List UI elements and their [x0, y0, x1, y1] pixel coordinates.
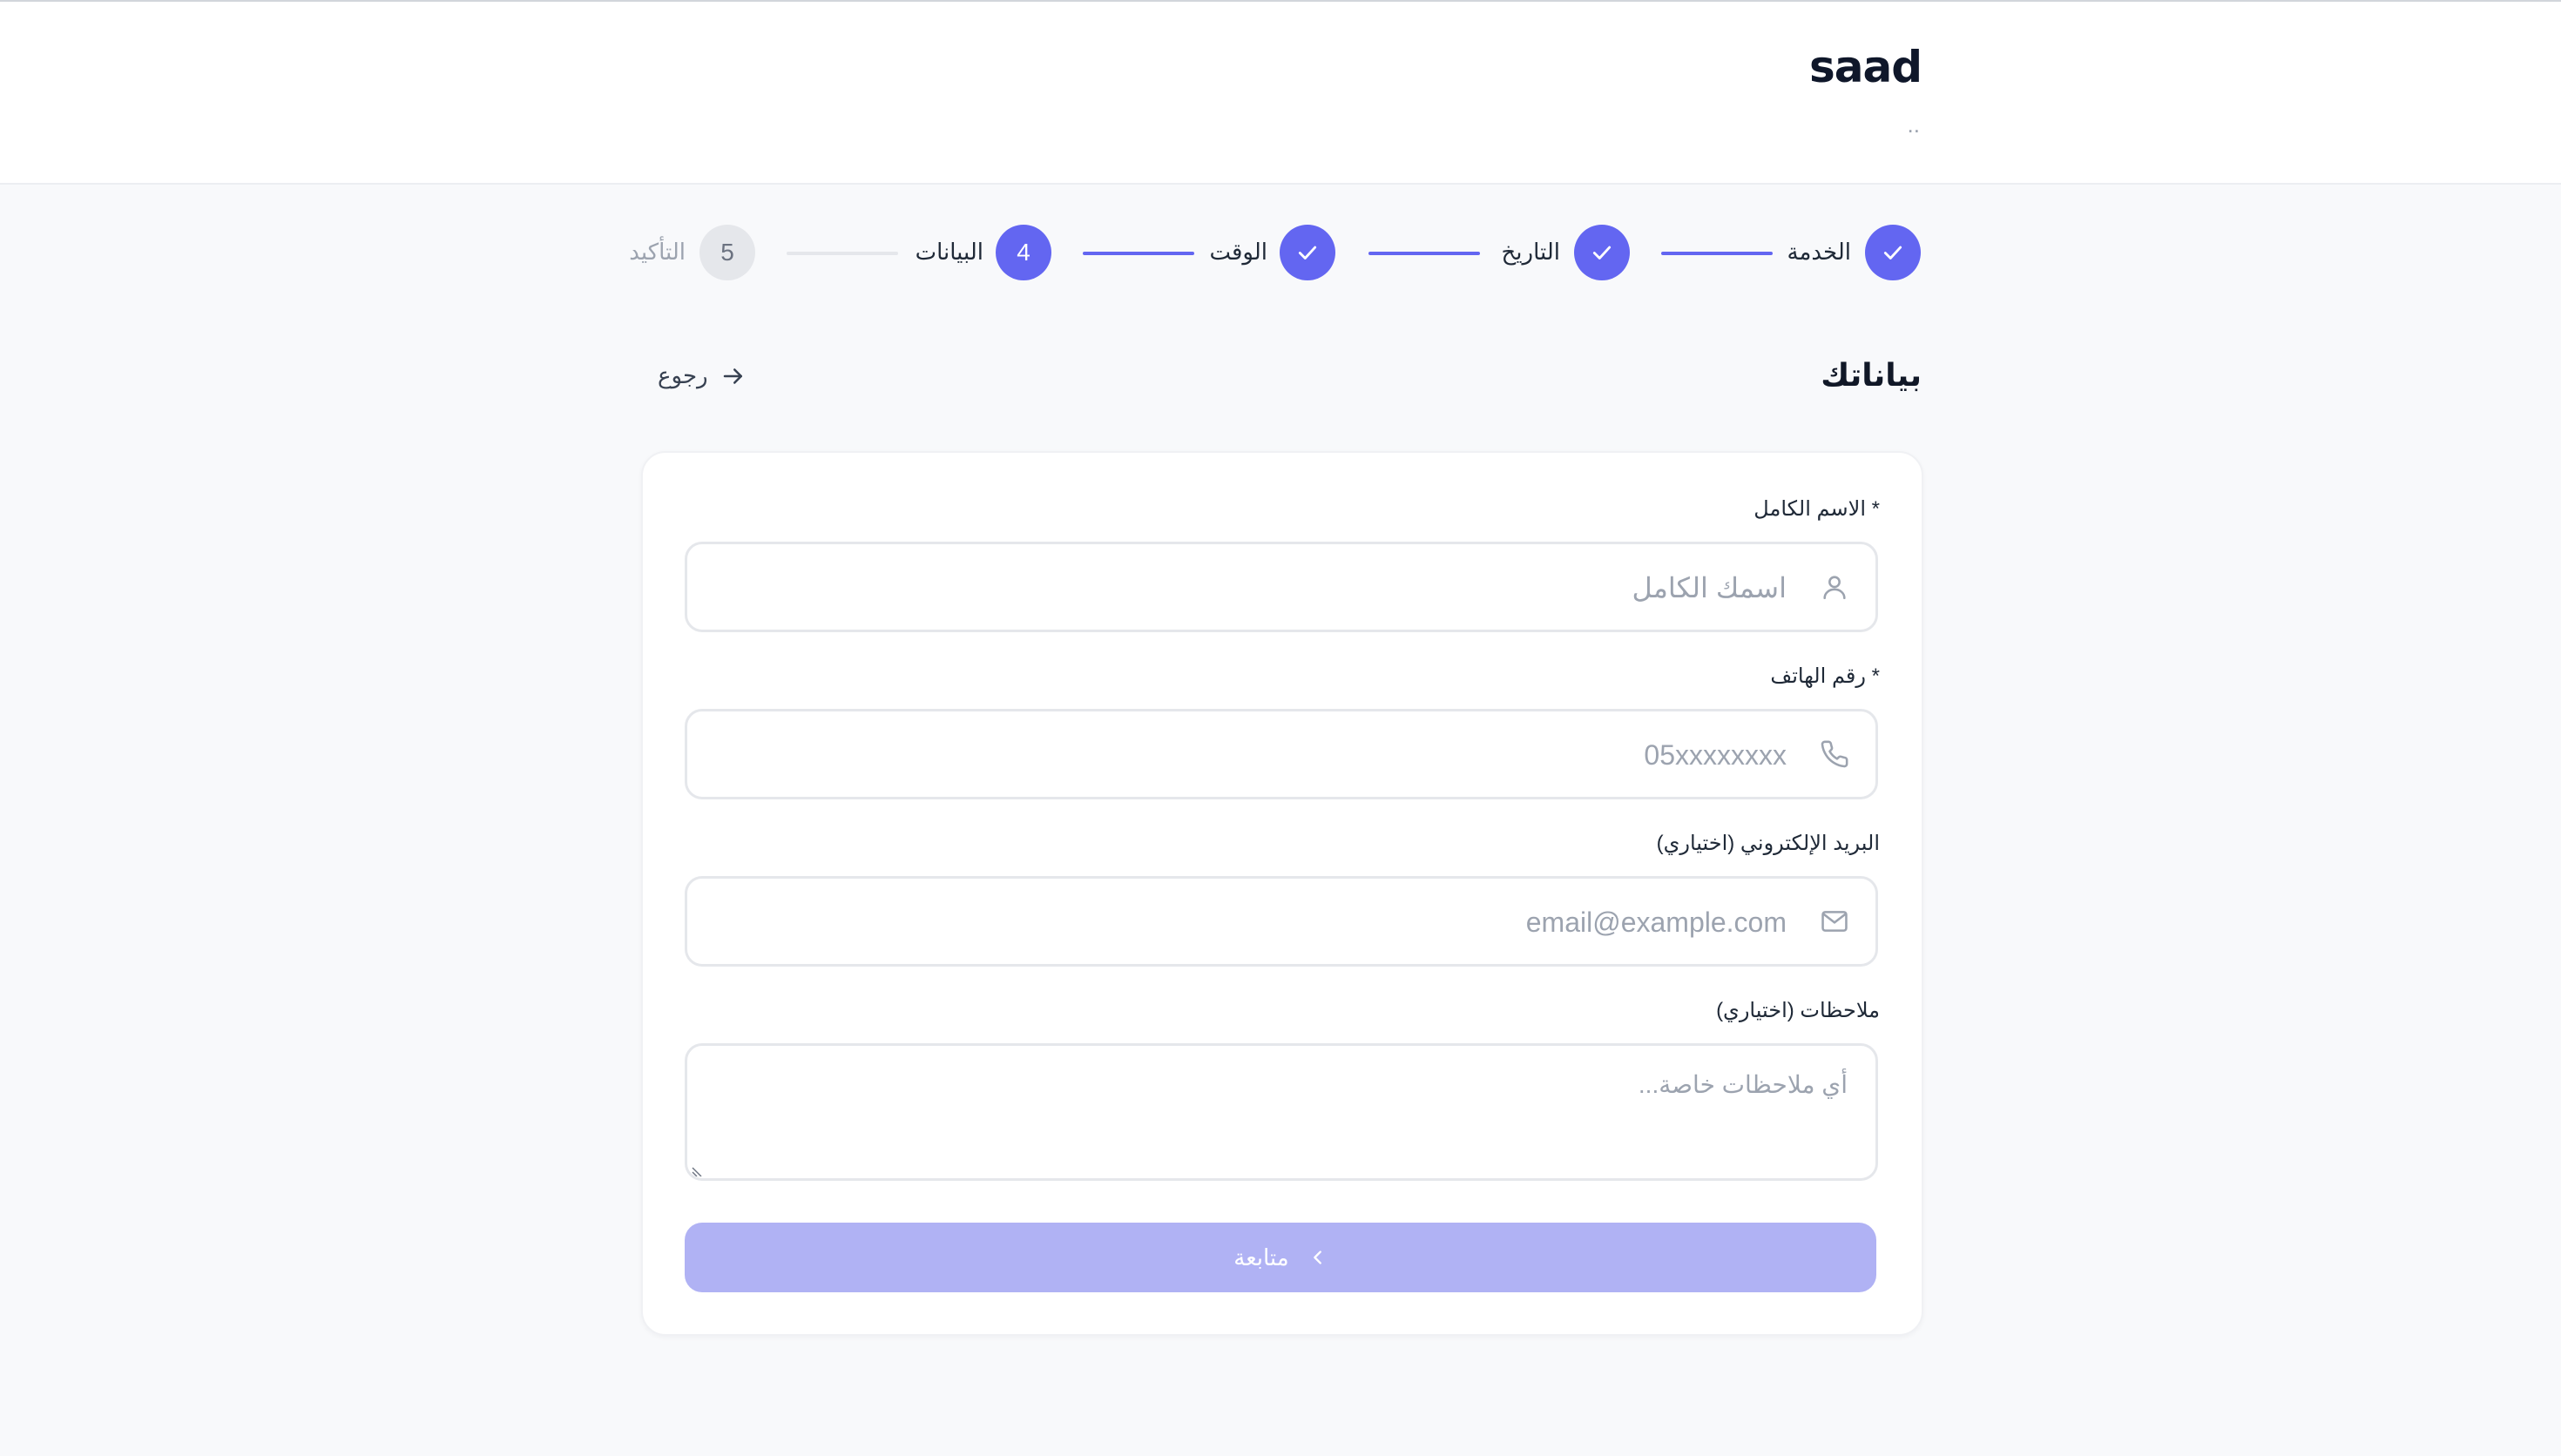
step-2-label: التاريخ: [1501, 239, 1561, 265]
continue-label: متابعة: [1233, 1244, 1289, 1271]
page-title: بياناتك: [1821, 357, 1922, 393]
step-5-label: التأكيد: [629, 239, 686, 265]
email-field[interactable]: [685, 876, 1878, 967]
step-1-label: الخدمة: [1787, 239, 1851, 265]
header: saad ..: [0, 2, 2561, 185]
mail-icon: [1821, 911, 1848, 932]
user-icon: [1823, 576, 1846, 600]
details-form-card: الاسم الكامل * رقم الهاتف * البريد الإلك…: [641, 451, 1923, 1336]
chevron-left-icon: [1313, 1250, 1321, 1264]
step-5-number: 5: [720, 239, 734, 266]
phone-input[interactable]: [705, 711, 1788, 799]
step-3-circle: [1280, 225, 1335, 280]
notes-field[interactable]: [685, 1043, 1878, 1181]
step-1-circle: [1865, 225, 1921, 280]
step-connector-1: [1661, 252, 1773, 255]
step-2-circle: [1574, 225, 1630, 280]
check-icon: [1883, 246, 1902, 260]
email-label: البريد الإلكتروني (اختياري): [1656, 832, 1880, 855]
step-3-label: الوقت: [1209, 239, 1267, 265]
back-button[interactable]: رجوع: [658, 362, 747, 389]
resize-handle-icon[interactable]: [691, 1163, 705, 1176]
full-name-input[interactable]: [705, 544, 1788, 631]
brand-subtitle: ..: [1907, 111, 1920, 138]
full-name-field[interactable]: [685, 542, 1878, 632]
progress-stepper: الخدمة التاريخ الوقت 4 البيانات 5 التأكي…: [629, 225, 1921, 284]
notes-textarea[interactable]: [705, 1068, 1849, 1161]
check-icon: [1298, 246, 1317, 260]
step-4-circle: 4: [996, 225, 1051, 280]
step-4-number: 4: [1017, 239, 1030, 266]
step-5-circle: 5: [699, 225, 755, 280]
arrow-right-icon: [723, 367, 742, 384]
phone-field[interactable]: [685, 709, 1878, 799]
phone-label: رقم الهاتف *: [1770, 664, 1880, 688]
phone-icon: [1821, 740, 1848, 768]
step-connector-4: [787, 252, 898, 255]
back-label: رجوع: [658, 362, 708, 388]
full-name-label: الاسم الكامل *: [1754, 497, 1880, 521]
continue-button[interactable]: متابعة: [685, 1223, 1876, 1292]
email-input[interactable]: [705, 879, 1788, 966]
notes-label: ملاحظات (اختياري): [1716, 999, 1880, 1022]
brand-name: saad: [1808, 42, 1922, 92]
step-connector-3: [1083, 252, 1194, 255]
step-4-label: البيانات: [915, 239, 983, 265]
step-connector-2: [1368, 252, 1480, 255]
check-icon: [1592, 246, 1612, 260]
